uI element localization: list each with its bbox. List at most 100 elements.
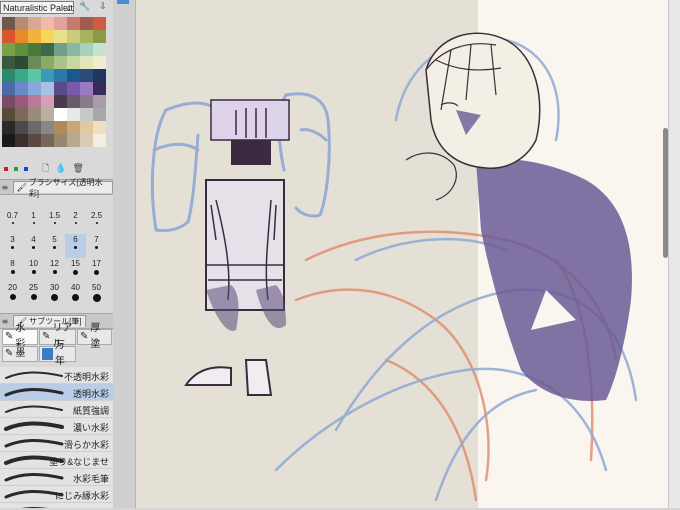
tab-ink[interactable]: ✎ 墨 bbox=[2, 346, 38, 362]
color-swatch[interactable] bbox=[28, 134, 41, 147]
brush-size-option[interactable]: 15 bbox=[65, 258, 86, 282]
color-swatch[interactable] bbox=[28, 43, 41, 56]
color-swatch[interactable] bbox=[41, 134, 54, 147]
tab-thick-paint[interactable]: ✎ 厚塗 bbox=[77, 323, 112, 350]
brush-size-option[interactable]: 1.5 bbox=[44, 210, 65, 234]
color-swatch[interactable] bbox=[41, 69, 54, 82]
tab-brush-size[interactable]: 🖌 ブラシサイズ[透明水彩] bbox=[12, 178, 113, 198]
color-swatch[interactable] bbox=[41, 43, 54, 56]
color-swatch[interactable] bbox=[41, 82, 54, 95]
color-swatch[interactable] bbox=[28, 69, 41, 82]
color-swatch[interactable] bbox=[67, 121, 80, 134]
color-swatch[interactable] bbox=[15, 56, 28, 69]
color-swatch[interactable] bbox=[93, 121, 106, 134]
color-swatch[interactable] bbox=[15, 69, 28, 82]
brush-size-option[interactable]: 7 bbox=[86, 234, 107, 258]
color-swatch[interactable] bbox=[67, 56, 80, 69]
brush-size-option[interactable]: 8 bbox=[2, 258, 23, 282]
color-swatch[interactable] bbox=[67, 43, 80, 56]
color-swatch[interactable] bbox=[41, 30, 54, 43]
color-swatch[interactable] bbox=[2, 56, 15, 69]
brush-item[interactable]: 塗り&なじませ bbox=[0, 452, 113, 469]
color-swatch[interactable] bbox=[67, 69, 80, 82]
brush-item[interactable]: にじみ縁水彩 bbox=[0, 486, 113, 503]
color-swatch[interactable] bbox=[67, 17, 80, 30]
brush-size-option[interactable]: 4 bbox=[23, 234, 44, 258]
color-swatch[interactable] bbox=[41, 17, 54, 30]
color-swatch[interactable] bbox=[80, 17, 93, 30]
color-swatch[interactable] bbox=[93, 95, 106, 108]
color-swatch[interactable] bbox=[54, 30, 67, 43]
drawing-canvas[interactable] bbox=[136, 0, 668, 508]
color-swatch[interactable] bbox=[67, 108, 80, 121]
color-swatch[interactable] bbox=[67, 95, 80, 108]
color-swatch[interactable] bbox=[54, 56, 67, 69]
color-swatch[interactable] bbox=[15, 108, 28, 121]
color-swatch[interactable] bbox=[2, 121, 15, 134]
color-swatch[interactable] bbox=[80, 43, 93, 56]
brush-item[interactable]: 水多め bbox=[0, 503, 113, 508]
color-swatch[interactable] bbox=[67, 30, 80, 43]
color-swatch[interactable] bbox=[28, 56, 41, 69]
color-swatch[interactable] bbox=[41, 108, 54, 121]
brush-size-option[interactable]: 5 bbox=[44, 234, 65, 258]
color-swatch[interactable] bbox=[54, 17, 67, 30]
color-swatch[interactable] bbox=[80, 56, 93, 69]
color-swatch[interactable] bbox=[15, 121, 28, 134]
color-swatch[interactable] bbox=[93, 69, 106, 82]
color-swatch[interactable] bbox=[2, 108, 15, 121]
color-swatch[interactable] bbox=[80, 121, 93, 134]
color-swatch[interactable] bbox=[2, 69, 15, 82]
color-swatch[interactable] bbox=[41, 56, 54, 69]
color-swatch[interactable] bbox=[15, 43, 28, 56]
color-swatch[interactable] bbox=[15, 82, 28, 95]
color-swatch[interactable] bbox=[93, 30, 106, 43]
brush-size-option[interactable]: 1 bbox=[23, 210, 44, 234]
color-swatch[interactable] bbox=[28, 95, 41, 108]
new-page-icon[interactable]: 🗋 bbox=[42, 161, 49, 177]
brush-item[interactable]: 濃い水彩 bbox=[0, 418, 113, 435]
color-swatch[interactable] bbox=[93, 17, 106, 30]
color-swatch[interactable] bbox=[15, 134, 28, 147]
wrench-icon[interactable]: 🔧 bbox=[78, 1, 92, 14]
brush-item[interactable]: 滑らか水彩 bbox=[0, 435, 113, 452]
color-swatch[interactable] bbox=[80, 108, 93, 121]
color-swatch[interactable] bbox=[80, 95, 93, 108]
color-swatch[interactable] bbox=[2, 134, 15, 147]
brush-size-option[interactable]: 40 bbox=[65, 282, 86, 306]
color-swatch[interactable] bbox=[41, 121, 54, 134]
brush-size-option[interactable]: 30 bbox=[44, 282, 65, 306]
brush-size-option[interactable]: 2.5 bbox=[86, 210, 107, 234]
color-swatch[interactable] bbox=[41, 95, 54, 108]
color-swatch[interactable] bbox=[28, 108, 41, 121]
color-swatch[interactable] bbox=[80, 69, 93, 82]
color-swatch[interactable] bbox=[2, 30, 15, 43]
vertical-scrollbar[interactable] bbox=[668, 0, 680, 508]
color-swatch[interactable] bbox=[93, 56, 106, 69]
brush-size-option[interactable]: 25 bbox=[23, 282, 44, 306]
color-swatch[interactable] bbox=[80, 30, 93, 43]
brush-size-option[interactable]: 3 bbox=[2, 234, 23, 258]
trash-icon[interactable]: 🗑 bbox=[72, 164, 83, 174]
color-swatch[interactable] bbox=[93, 82, 106, 95]
color-swatch[interactable] bbox=[80, 134, 93, 147]
color-swatch[interactable] bbox=[15, 30, 28, 43]
color-swatch[interactable] bbox=[54, 95, 67, 108]
import-icon[interactable]: ⇩ bbox=[96, 1, 110, 14]
brush-item[interactable]: 紙質強調 bbox=[0, 401, 113, 418]
color-swatch[interactable] bbox=[93, 43, 106, 56]
color-swatch[interactable] bbox=[54, 121, 67, 134]
tab-watercolor[interactable]: ✎ 水彩 bbox=[2, 323, 38, 350]
brush-size-option[interactable]: 10 bbox=[23, 258, 44, 282]
color-swatch[interactable] bbox=[54, 108, 67, 121]
color-swatch[interactable] bbox=[28, 30, 41, 43]
color-swatch[interactable] bbox=[15, 95, 28, 108]
color-swatch[interactable] bbox=[2, 17, 15, 30]
brush-size-option[interactable]: 50 bbox=[86, 282, 107, 306]
brush-size-option[interactable]: 0.7 bbox=[2, 210, 23, 234]
menu-icon[interactable]: ≡ bbox=[0, 183, 10, 192]
color-swatch[interactable] bbox=[28, 82, 41, 95]
color-swatch[interactable] bbox=[67, 82, 80, 95]
tab-fountain-pen[interactable]: 万年 bbox=[39, 340, 76, 367]
menu-icon[interactable]: ≡ bbox=[0, 317, 10, 326]
